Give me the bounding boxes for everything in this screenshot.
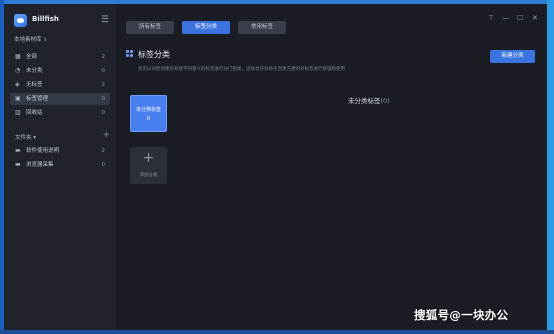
grid-icon: ▦ xyxy=(15,53,21,60)
category-grid-icon xyxy=(126,50,134,58)
sidebar-item-tag-management[interactable]: ▣ 标签管理 0 xyxy=(10,93,110,105)
tag-icon: ◈ xyxy=(15,81,20,88)
sidebar-item-count: 0 xyxy=(101,96,106,102)
watermark-text: 搜狐号@一块办公 xyxy=(414,308,509,322)
trash-icon: ▥ xyxy=(15,109,21,116)
add-category-card[interactable]: + 添加分类 xyxy=(130,147,167,184)
folders-title-label: 文件夹 xyxy=(15,135,32,141)
tab-frequent-tags[interactable]: 常用标签 xyxy=(238,21,286,34)
sidebar-item-count: 2 xyxy=(101,82,106,88)
category-card-count: 0 xyxy=(146,116,151,122)
plus-icon: + xyxy=(142,150,155,166)
sidebar-item-label: 未分类 xyxy=(26,68,43,74)
folders-title[interactable]: 文件夹 ▾ xyxy=(15,133,36,141)
folder-label: 浏览器采集 xyxy=(26,162,54,168)
category-card-name: 未分类标签 xyxy=(135,107,161,113)
page-title: 标签分类 xyxy=(138,50,170,59)
chevron-down-icon: ▾ xyxy=(33,135,37,141)
new-category-button[interactable]: 新建分类 xyxy=(490,50,535,63)
sidebar-item-untagged[interactable]: ◈ 无标签 2 xyxy=(10,79,110,91)
folder-count: 2 xyxy=(101,148,106,154)
main-panel: 所有标签 标签分类 常用标签 ⊤ — ☐ ✕ 标签分类 您可以对您创建的有意不同… xyxy=(116,4,547,330)
sidebar-item-count: 0 xyxy=(101,68,106,74)
app-window: Billfish ☰ 本地素材库 ⇕ ▦ 全部 2 ◔ 未分类 0 ◈ 无标签 … xyxy=(4,4,547,330)
add-category-label: 添加分类 xyxy=(139,173,158,178)
library-selector[interactable]: 本地素材库 ⇕ xyxy=(14,35,47,43)
pin-icon[interactable]: ⊤ xyxy=(488,14,494,22)
folder-icon: ▬ xyxy=(15,161,21,168)
sidebar-item-uncategorized[interactable]: ◔ 未分类 0 xyxy=(10,65,110,77)
sidebar: Billfish ☰ 本地素材库 ⇕ ▦ 全部 2 ◔ 未分类 0 ◈ 无标签 … xyxy=(4,4,116,330)
sidebar-item-all[interactable]: ▦ 全部 2 xyxy=(10,51,110,63)
category-card-uncategorized[interactable]: 未分类标签 0 xyxy=(130,95,167,132)
sidebar-item-trash[interactable]: ▥ 回收站 0 xyxy=(10,107,110,119)
folders-header: 文件夹 ▾ + xyxy=(15,130,110,142)
close-icon[interactable]: ✕ xyxy=(532,14,538,22)
sidebar-folder-item[interactable]: ▬ 浏览器采集 0 xyxy=(10,159,110,171)
hamburger-icon[interactable]: ☰ xyxy=(101,14,109,26)
library-label: 本地素材库 xyxy=(14,37,42,43)
sidebar-item-label: 全部 xyxy=(26,54,38,60)
tab-tag-categories[interactable]: 标签分类 xyxy=(182,21,230,34)
uncategorized-section-title: 未分类标签(0) xyxy=(348,95,390,105)
minimize-icon[interactable]: — xyxy=(502,14,509,22)
tag-manage-icon: ▣ xyxy=(15,95,21,102)
maximize-icon[interactable]: ☐ xyxy=(517,14,523,22)
page-description: 您可以对您创建的有意不同意义的标签进行分门别类，这样也许有助于您更方便的对标签进… xyxy=(138,67,345,72)
sidebar-item-label: 无标签 xyxy=(26,82,43,88)
app-name: Billfish xyxy=(32,15,59,23)
sidebar-item-count: 2 xyxy=(101,54,106,60)
billfish-logo-icon xyxy=(14,14,27,27)
add-folder-button[interactable]: + xyxy=(102,130,110,140)
tab-all-tags[interactable]: 所有标签 xyxy=(126,21,174,34)
sidebar-item-count: 0 xyxy=(101,110,106,116)
uncategorized-count: (0) xyxy=(380,97,390,105)
folder-label: 软件使用说明 xyxy=(26,148,60,154)
sidebar-folder-item[interactable]: ▬ 软件使用说明 2 xyxy=(10,145,110,157)
folder-icon: ▬ xyxy=(15,147,21,154)
desktop-edge-right xyxy=(547,0,554,334)
folder-count: 0 xyxy=(101,162,106,168)
uncategorized-title-label: 未分类标签 xyxy=(348,97,381,105)
sidebar-item-label: 回收站 xyxy=(26,110,43,116)
library-switch-icon: ⇕ xyxy=(43,37,48,43)
brand: Billfish ☰ xyxy=(14,14,109,28)
sidebar-item-label: 标签管理 xyxy=(26,96,49,102)
clock-icon: ◔ xyxy=(15,67,21,74)
desktop-edge-bottom xyxy=(0,330,554,334)
